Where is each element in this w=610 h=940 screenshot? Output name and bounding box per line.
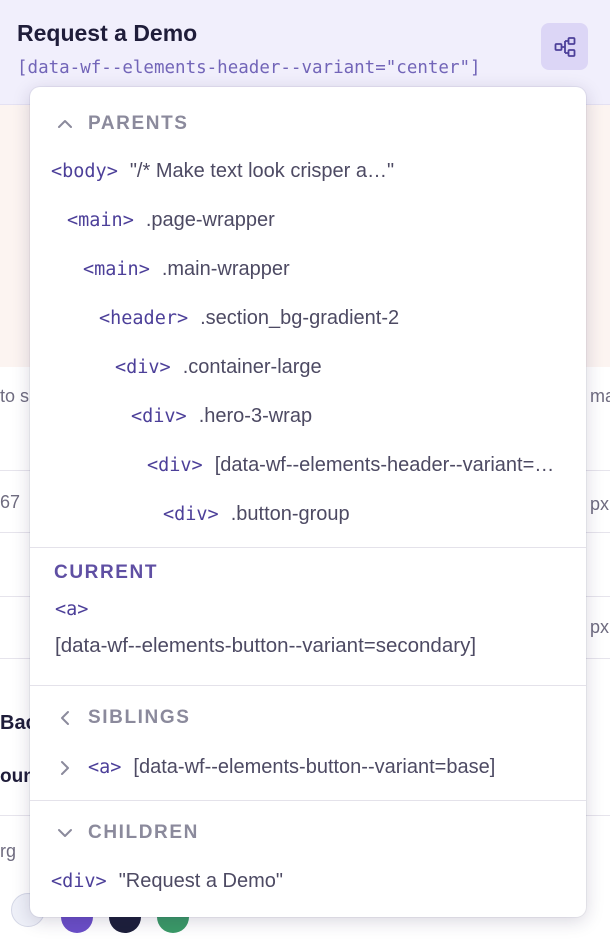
parent-item[interactable]: <div> [data-wf--elements-header--variant…	[147, 454, 559, 477]
parent-selector: .page-wrapper	[145, 209, 275, 231]
parent-item[interactable]: <div> .container-large	[115, 356, 322, 379]
sibling-tag: <a>	[88, 757, 122, 778]
element-navigator-popover: PARENTS <body> "/* Make text look crispe…	[30, 87, 586, 917]
sibling-item[interactable]: <a> [data-wf--elements-button--variant=b…	[54, 756, 495, 779]
bg-fragment: ma	[590, 386, 610, 406]
sibling-selector: [data-wf--elements-button--variant=base]	[133, 756, 496, 778]
parent-tag: <div>	[163, 504, 219, 525]
parent-item[interactable]: <body> "/* Make text look crisper a…"	[51, 160, 394, 183]
section-divider	[30, 685, 586, 686]
bg-fragment: to s	[0, 386, 30, 406]
chevron-down-icon	[58, 829, 72, 837]
bg-fragment: px	[590, 494, 610, 514]
bg-fragment: px	[590, 617, 610, 637]
section-divider	[30, 547, 586, 548]
parents-heading-label: PARENTS	[88, 113, 189, 134]
children-heading-label: CHILDREN	[88, 822, 199, 843]
parent-tag: <div>	[131, 406, 187, 427]
parent-selector: .section_bg-gradient-2	[200, 307, 400, 329]
parent-selector: .container-large	[182, 356, 322, 378]
parent-tag: <main>	[67, 210, 134, 231]
child-item[interactable]: <div> "Request a Demo"	[51, 870, 283, 893]
children-heading[interactable]: CHILDREN	[54, 822, 199, 844]
chevron-left-icon	[61, 711, 69, 725]
parent-tag: <main>	[83, 259, 150, 280]
bg-fragment: 67	[0, 492, 21, 512]
element-title: Request a Demo	[17, 20, 198, 46]
parent-item[interactable]: <div> .button-group	[163, 503, 350, 526]
parent-tag: <header>	[99, 308, 189, 329]
parent-selector: [data-wf--elements-header--variant="cent…	[214, 454, 559, 476]
parent-selector: "/* Make text look crisper a…"	[129, 160, 395, 182]
bg-fragment: rg	[0, 841, 17, 861]
child-selector: "Request a Demo"	[118, 870, 283, 892]
siblings-heading[interactable]: SIBLINGS	[54, 707, 191, 729]
parent-tag: <div>	[115, 357, 171, 378]
section-divider	[30, 800, 586, 801]
current-tag: <a>	[55, 599, 89, 620]
parent-tag: <div>	[147, 455, 203, 476]
parent-selector: .main-wrapper	[161, 258, 290, 280]
chevron-up-icon	[58, 120, 72, 128]
chevron-right-icon	[61, 760, 69, 775]
element-tree-icon	[554, 36, 575, 57]
parent-item[interactable]: <main> .page-wrapper	[67, 209, 275, 232]
parent-tag: <body>	[51, 161, 118, 182]
current-selector: [data-wf--elements-button--variant=secon…	[55, 634, 477, 657]
parent-selector: .hero-3-wrap	[198, 405, 313, 427]
parents-heading[interactable]: PARENTS	[54, 113, 189, 135]
siblings-heading-label: SIBLINGS	[88, 707, 191, 728]
current-heading: CURRENT	[54, 562, 159, 583]
parent-item[interactable]: <main> .main-wrapper	[83, 258, 290, 281]
element-selector: [data-wf--elements-header--variant="cent…	[17, 58, 481, 78]
element-tree-button[interactable]	[541, 23, 588, 70]
parent-item[interactable]: <div> .hero-3-wrap	[131, 405, 312, 428]
child-tag: <div>	[51, 871, 107, 892]
parent-item[interactable]: <header> .section_bg-gradient-2	[99, 307, 399, 330]
parent-selector: .button-group	[230, 503, 350, 525]
